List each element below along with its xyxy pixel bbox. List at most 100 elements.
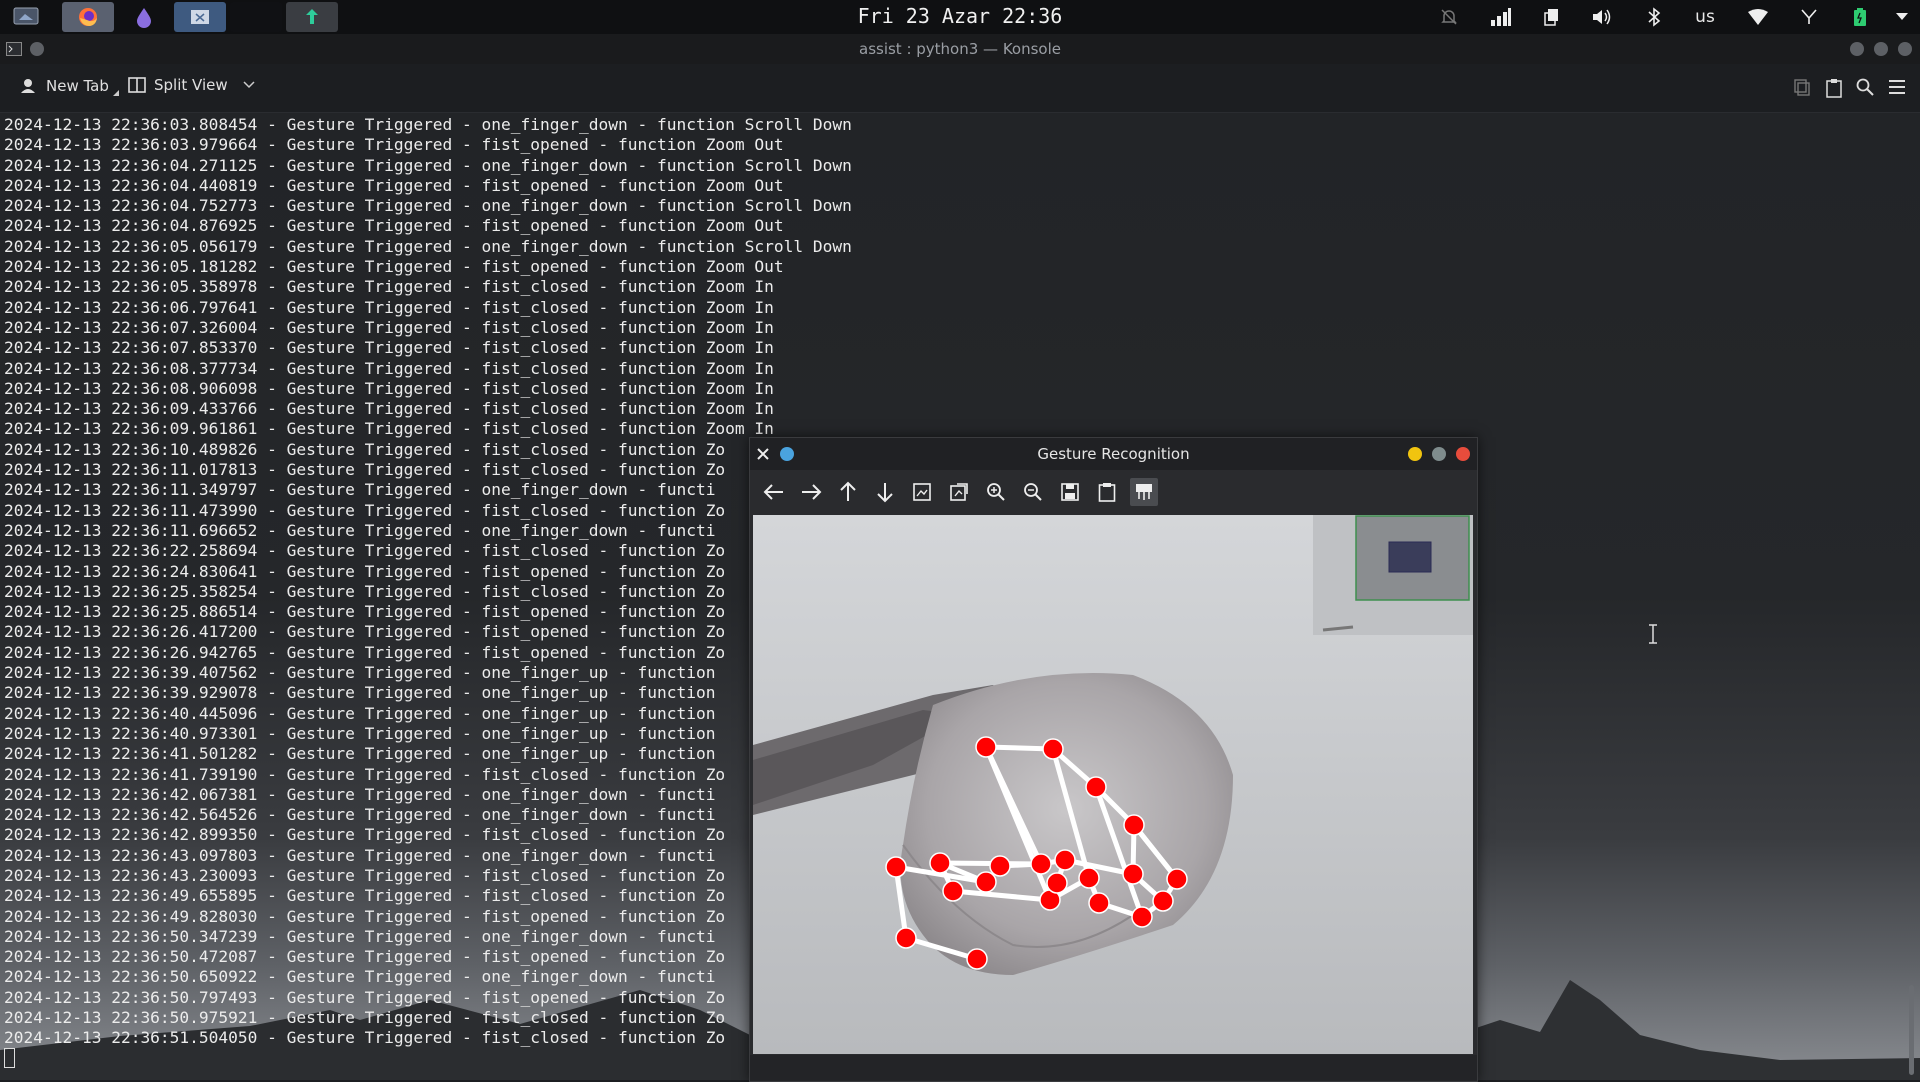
hand-landmark-point — [929, 852, 951, 874]
maximize-button[interactable] — [1432, 447, 1446, 461]
zoom-out-icon[interactable] — [1019, 478, 1047, 506]
log-line: 2024-12-13 22:36:50.975921 - Gesture Tri… — [4, 1008, 726, 1028]
log-line: 2024-12-13 22:36:11.017813 - Gesture Tri… — [4, 460, 726, 480]
scrollbar[interactable] — [1909, 985, 1914, 1075]
log-line: 2024-12-13 22:36:07.326004 - Gesture Tri… — [4, 317, 774, 337]
fit-image-icon[interactable] — [908, 478, 936, 506]
split-view-button[interactable]: Split View — [128, 76, 256, 94]
volume-icon[interactable] — [1588, 0, 1616, 34]
log-line: 2024-12-13 22:36:05.358978 - Gesture Tri… — [4, 277, 774, 297]
log-line: 2024-12-13 22:36:50.797493 - Gesture Tri… — [4, 987, 726, 1007]
log-line: 2024-12-13 22:36:42.067381 - Gesture Tri… — [4, 784, 716, 804]
hand-landmark-point — [1030, 853, 1052, 875]
paste-icon[interactable] — [1826, 78, 1842, 102]
forward-icon[interactable] — [797, 478, 825, 506]
new-tab-label: New Tab — [46, 77, 109, 95]
log-line: 2024-12-13 22:36:26.417200 - Gesture Tri… — [4, 622, 726, 642]
pan-down-icon[interactable] — [871, 478, 899, 506]
window-icon[interactable] — [174, 2, 226, 32]
clipboard-icon[interactable] — [1538, 0, 1564, 34]
hand-landmark-point — [989, 855, 1011, 877]
gesture-titlebar[interactable]: Gesture Recognition — [750, 438, 1477, 470]
log-line: 2024-12-13 22:36:50.347239 - Gesture Tri… — [4, 926, 716, 946]
hand-landmark-point — [1078, 867, 1100, 889]
hand-landmark-point — [966, 948, 988, 970]
gesture-toolbar — [750, 470, 1477, 515]
battery-icon[interactable] — [1846, 0, 1874, 34]
vpn-icon[interactable] — [1796, 0, 1822, 34]
app-icon[interactable] — [118, 2, 170, 32]
log-line: 2024-12-13 22:36:49.655895 - Gesture Tri… — [4, 886, 726, 906]
log-line: 2024-12-13 22:36:05.181282 - Gesture Tri… — [4, 257, 784, 277]
log-line: 2024-12-13 22:36:40.445096 - Gesture Tri… — [4, 703, 716, 723]
bluetooth-icon[interactable] — [1642, 0, 1666, 34]
log-line: 2024-12-13 22:36:39.407562 - Gesture Tri… — [4, 663, 716, 683]
keyboard-layout[interactable]: us — [1690, 0, 1720, 34]
firefox-icon[interactable] — [62, 2, 114, 32]
network-signal-icon[interactable] — [1486, 0, 1516, 34]
hand-landmark-point — [1123, 814, 1145, 836]
hand-landmark-point — [975, 736, 997, 758]
log-line: 2024-12-13 22:36:40.973301 - Gesture Tri… — [4, 723, 716, 743]
back-icon[interactable] — [760, 478, 788, 506]
minimize-button[interactable] — [1408, 447, 1422, 461]
copy-icon[interactable] — [1794, 79, 1812, 101]
konsole-titlebar[interactable]: assist : python3 — Konsole — [0, 34, 1920, 64]
hand-landmark-point — [1085, 776, 1107, 798]
wifi-icon[interactable] — [1744, 0, 1772, 34]
pan-up-icon[interactable] — [834, 478, 862, 506]
terminal-icon[interactable] — [286, 2, 338, 32]
log-line: 2024-12-13 22:36:43.230093 - Gesture Tri… — [4, 865, 726, 885]
gesture-statusbar — [750, 1055, 1477, 1081]
terminal-output[interactable]: 2024-12-13 22:36:03.808454 - Gesture Tri… — [4, 115, 852, 1049]
log-line: 2024-12-13 22:36:11.349797 - Gesture Tri… — [4, 480, 716, 500]
maximize-button[interactable] — [1874, 42, 1888, 56]
save-as-icon[interactable] — [945, 478, 973, 506]
hand-landmark-point — [895, 927, 917, 949]
save-icon[interactable] — [1056, 478, 1084, 506]
hand-landmark-point — [885, 856, 907, 878]
split-view-icon — [128, 77, 146, 93]
log-line: 2024-12-13 22:36:08.377734 - Gesture Tri… — [4, 358, 774, 378]
konsole-toolbar: New Tab Split View — [0, 64, 1920, 113]
notifications-muted-icon[interactable] — [1436, 0, 1462, 34]
chevron-down-icon[interactable] — [1890, 0, 1914, 34]
log-line: 2024-12-13 22:36:26.942765 - Gesture Tri… — [4, 642, 726, 662]
close-button[interactable] — [1456, 447, 1470, 461]
log-line: 2024-12-13 22:36:05.056179 - Gesture Tri… — [4, 236, 852, 256]
log-line: 2024-12-13 22:36:04.440819 - Gesture Tri… — [4, 175, 784, 195]
hand-landmark-point — [1152, 890, 1174, 912]
log-line: 2024-12-13 22:36:10.489826 - Gesture Tri… — [4, 439, 726, 459]
log-line: 2024-12-13 22:36:50.472087 - Gesture Tri… — [4, 947, 726, 967]
log-line: 2024-12-13 22:36:43.097803 - Gesture Tri… — [4, 845, 716, 865]
properties-icon[interactable] — [1130, 478, 1158, 506]
camera-feed[interactable] — [753, 515, 1473, 1054]
hand-landmark-point — [1042, 738, 1064, 760]
log-line: 2024-12-13 22:36:03.808454 - Gesture Tri… — [4, 115, 852, 134]
hamburger-menu-icon[interactable] — [1888, 79, 1906, 99]
zoom-in-icon[interactable] — [982, 478, 1010, 506]
log-line: 2024-12-13 22:36:41.739190 - Gesture Tri… — [4, 764, 726, 784]
minimize-button[interactable] — [1850, 42, 1864, 56]
log-line: 2024-12-13 22:36:49.828030 - Gesture Tri… — [4, 906, 726, 926]
hand-landmark-point — [1046, 872, 1068, 894]
copy-clipboard-icon[interactable] — [1093, 478, 1121, 506]
log-line: 2024-12-13 22:36:04.876925 - Gesture Tri… — [4, 216, 784, 236]
new-tab-button[interactable]: New Tab — [20, 76, 119, 96]
desktop-icon[interactable] — [0, 2, 52, 32]
close-button[interactable] — [1898, 42, 1912, 56]
mouse-ibeam-cursor — [1649, 624, 1657, 644]
log-line: 2024-12-13 22:36:50.650922 - Gesture Tri… — [4, 967, 716, 987]
new-tab-icon — [21, 79, 35, 93]
gesture-recognition-window[interactable]: Gesture Recognition — [749, 437, 1478, 1082]
hand-landmark-point — [975, 871, 997, 893]
log-line: 2024-12-13 22:36:08.906098 - Gesture Tri… — [4, 378, 774, 398]
window-title: assist : python3 — Konsole — [859, 40, 1061, 58]
chevron-down-icon[interactable] — [242, 80, 256, 90]
log-line: 2024-12-13 22:36:41.501282 - Gesture Tri… — [4, 744, 716, 764]
gesture-window-title: Gesture Recognition — [1037, 445, 1190, 463]
log-line: 2024-12-13 22:36:39.929078 - Gesture Tri… — [4, 683, 716, 703]
search-icon[interactable] — [1856, 78, 1874, 100]
log-line: 2024-12-13 22:36:09.961861 - Gesture Tri… — [4, 419, 774, 439]
empty-slot[interactable] — [230, 2, 282, 32]
